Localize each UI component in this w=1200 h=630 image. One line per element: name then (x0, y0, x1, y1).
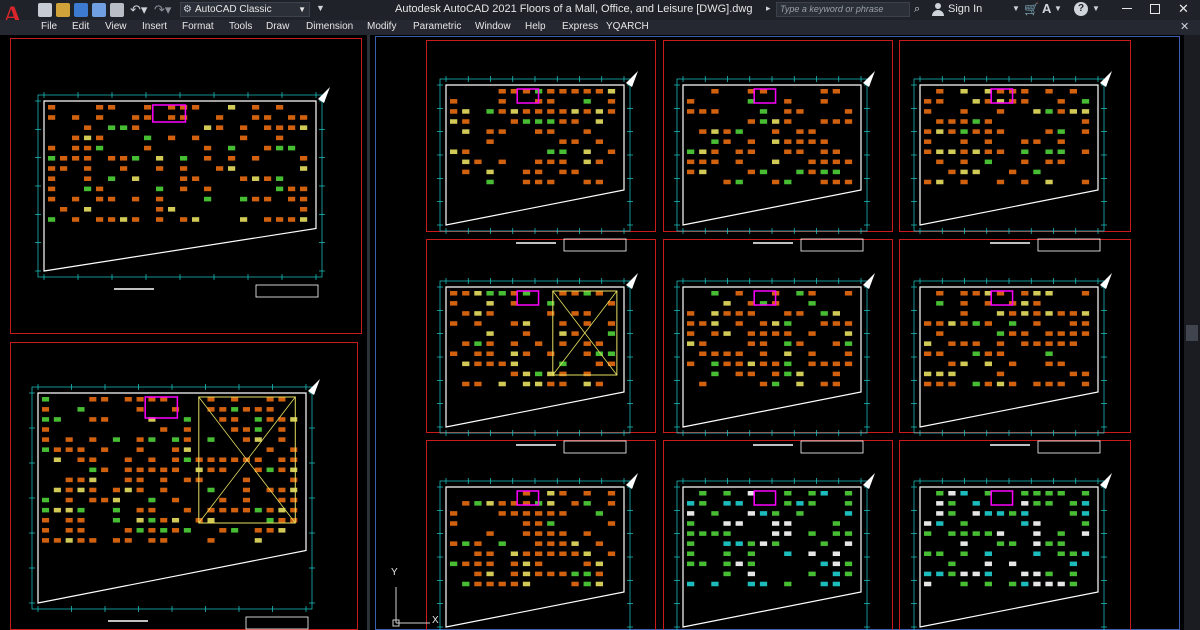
save-icon[interactable] (74, 3, 88, 17)
menu-modify[interactable]: Modify (367, 21, 396, 32)
plan-4 (437, 273, 638, 454)
window-title: Autodesk AutoCAD 2021 Floors of a Mall, … (395, 3, 753, 15)
close-drawing-icon[interactable]: ✕ (1180, 20, 1189, 33)
vertical-scrollbar[interactable] (1184, 35, 1200, 630)
title-bar: A ↶▾ ↷▾ ⚙ AutoCAD Classic ▼ ▼ Autodesk Au… (0, 0, 1200, 30)
plan-9 (911, 473, 1112, 630)
close-icon[interactable]: ✕ (1178, 1, 1189, 17)
cart-icon[interactable]: 🛒 (1024, 2, 1039, 16)
search-input[interactable]: Type a keyword or phrase (776, 2, 910, 17)
menu-yqarch[interactable]: YQARCH (606, 21, 649, 32)
plan-6 (911, 273, 1112, 454)
gear-icon: ⚙ (183, 4, 192, 15)
plan-basement (35, 87, 330, 298)
plan-7 (437, 473, 638, 630)
search-expand-icon[interactable]: ▸ (766, 3, 771, 14)
print-icon[interactable] (110, 3, 124, 17)
workspace-label: AutoCAD Classic (194, 4, 272, 15)
plan-3 (911, 71, 1112, 252)
redo-icon[interactable]: ↷▾ (154, 3, 171, 17)
plan-8 (674, 473, 875, 630)
help-icon[interactable]: ? (1074, 2, 1088, 16)
menu-view[interactable]: View (105, 21, 127, 32)
menu-tools[interactable]: Tools (229, 21, 252, 32)
minimize-icon[interactable] (1122, 8, 1132, 9)
menu-help[interactable]: Help (525, 21, 546, 32)
menu-file[interactable]: File (41, 21, 57, 32)
chevron-down-icon[interactable]: ▼ (1054, 4, 1062, 13)
plan-1 (437, 71, 638, 252)
menu-draw[interactable]: Draw (266, 21, 289, 32)
saveas-icon[interactable] (92, 3, 106, 17)
signin-button[interactable]: Sign In (948, 3, 982, 15)
menu-parametric[interactable]: Parametric (413, 21, 461, 32)
floor-plans-drawing (29, 71, 1112, 630)
scrollbar-thumb[interactable] (1186, 325, 1198, 341)
a360-icon[interactable]: A (1042, 1, 1051, 16)
menu-dimension[interactable]: Dimension (306, 21, 353, 32)
ucs-x-label: X (432, 615, 439, 626)
chevron-down-icon[interactable]: ▼ (1092, 4, 1100, 13)
menu-window[interactable]: Window (475, 21, 511, 32)
open-icon[interactable] (56, 3, 70, 17)
menu-format[interactable]: Format (182, 21, 214, 32)
new-icon[interactable] (38, 3, 52, 17)
plan-5 (674, 273, 875, 454)
menu-edit[interactable]: Edit (72, 21, 89, 32)
plan-second-level (29, 379, 320, 630)
undo-icon[interactable]: ↶▾ (130, 3, 147, 17)
search-icon[interactable]: ⌕ (914, 3, 920, 16)
menu-bar: File Edit View Insert Format Tools Draw … (0, 20, 1200, 35)
chevron-down-icon[interactable]: ▼ (1012, 4, 1020, 13)
drawing-canvas[interactable]: Y X (0, 35, 1200, 630)
user-icon[interactable] (932, 2, 944, 16)
customize-qat-icon[interactable]: ▼ (316, 3, 325, 13)
plan-2 (674, 71, 875, 252)
ucs-icon (392, 587, 430, 627)
chevron-down-icon: ▼ (298, 5, 306, 14)
workspace-dropdown[interactable]: ⚙ AutoCAD Classic ▼ (180, 2, 310, 17)
menu-insert[interactable]: Insert (142, 21, 167, 32)
ucs-y-label: Y (391, 567, 398, 578)
maximize-icon[interactable] (1150, 4, 1160, 14)
menu-express[interactable]: Express (562, 21, 598, 32)
